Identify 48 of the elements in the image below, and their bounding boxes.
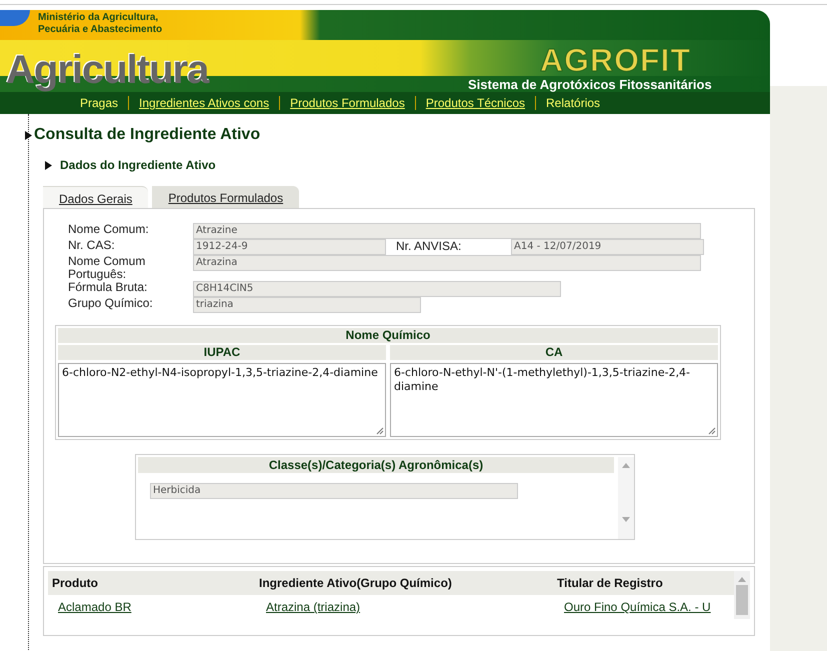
column-heading: IUPAC bbox=[58, 345, 386, 360]
field-value: A14 - 12/07/2019 bbox=[511, 239, 704, 255]
scroll-up-icon[interactable] bbox=[738, 577, 746, 582]
field-value: 1912-24-9 bbox=[193, 239, 386, 255]
triangle-icon bbox=[45, 160, 52, 170]
resize-grip-icon[interactable] bbox=[708, 427, 716, 435]
tab[interactable]: Produtos Formulados bbox=[152, 186, 300, 208]
scroll-thumb[interactable] bbox=[736, 585, 748, 615]
logo-text: AGROFIT bbox=[540, 42, 691, 79]
scrollbar[interactable] bbox=[618, 457, 634, 539]
field-value: Atrazine bbox=[193, 223, 701, 239]
table-heading: Classe(s)/Categoria(s) Agronômica(s) bbox=[138, 457, 614, 473]
field-label: Nome Comum Português: bbox=[68, 255, 146, 281]
scroll-down-icon[interactable] bbox=[622, 517, 630, 522]
table-link[interactable]: Atrazina (triazina) bbox=[266, 600, 360, 614]
nav-link[interactable]: Relatórios bbox=[535, 96, 610, 110]
nav-link[interactable]: Pragas bbox=[70, 96, 128, 110]
field-value: C8H14ClN5 bbox=[193, 281, 561, 297]
field-value: Atrazina bbox=[193, 255, 701, 271]
nav-link[interactable]: Ingredientes Ativos cons bbox=[128, 96, 280, 110]
field-label: Nome Comum: bbox=[68, 223, 150, 236]
table-link[interactable]: Aclamado BR bbox=[58, 600, 132, 614]
column-heading: Ingrediente Ativo(Grupo Químico) bbox=[259, 576, 453, 590]
nav-link[interactable]: Produtos Formulados bbox=[279, 96, 415, 110]
scrollbar[interactable] bbox=[734, 571, 750, 619]
scroll-up-icon[interactable] bbox=[622, 463, 630, 468]
field-label: Nr. ANVISA: bbox=[395, 239, 462, 253]
page-title: Consulta de Ingrediente Ativo bbox=[34, 126, 260, 144]
nav-link[interactable]: Produtos Técnicos bbox=[414, 96, 536, 110]
field-label: Fórmula Bruta: bbox=[68, 281, 148, 294]
column-heading: Titular de Registro bbox=[557, 576, 664, 590]
flag-icon bbox=[0, 10, 30, 26]
bullet-arrow-icon bbox=[25, 130, 32, 140]
column-heading: Produto bbox=[52, 576, 99, 590]
section-title: Dados do Ingrediente Ativo bbox=[60, 158, 216, 172]
resize-grip-icon[interactable] bbox=[376, 427, 384, 435]
field-value: triazina bbox=[193, 297, 421, 313]
text-area[interactable]: 6-chloro-N-ethyl-N'-(1-methylethyl)-1,3,5-triazine-2,4-diamine bbox=[390, 363, 718, 437]
field-label: Nr. CAS: bbox=[68, 239, 116, 252]
table-heading: Nome Químico bbox=[58, 328, 718, 343]
table-link[interactable]: Ouro Fino Química S.A. - U bbox=[564, 600, 711, 614]
tab[interactable]: Dados Gerais bbox=[43, 186, 148, 208]
ministry-name: Ministério da Agricultura, Pecuária e Abastecimento bbox=[38, 12, 162, 36]
system-subtitle: Sistema de Agrotóxicos Fitossanitários bbox=[468, 77, 712, 92]
class-item: Herbicida bbox=[150, 483, 518, 499]
text-area[interactable]: 6-chloro-N2-ethyl-N4-isopropyl-1,3,5-triazine-2,4-diamine bbox=[58, 363, 386, 437]
field-label: Grupo Químico: bbox=[68, 297, 154, 310]
column-heading: CA bbox=[390, 345, 718, 360]
